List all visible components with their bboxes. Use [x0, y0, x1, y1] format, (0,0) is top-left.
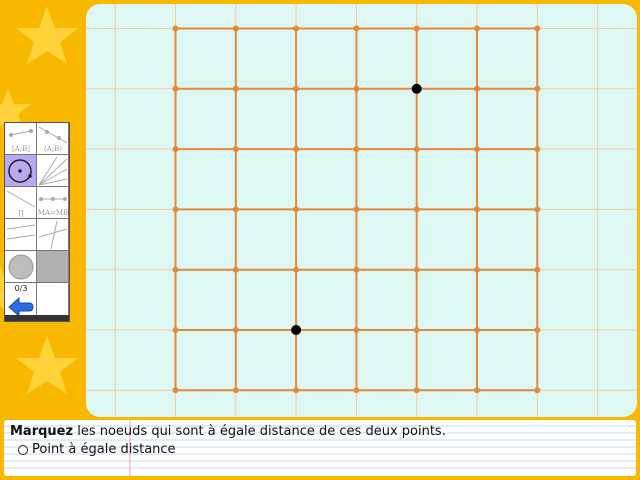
- line-tool[interactable]: [5, 219, 37, 251]
- grid-node[interactable]: [353, 387, 360, 394]
- tool-label: ∏: [18, 209, 24, 217]
- segment-ab-tool[interactable]: (A;B): [37, 123, 69, 155]
- grid-node[interactable]: [293, 206, 300, 213]
- grid-node[interactable]: [353, 327, 360, 333]
- grid-node[interactable]: [172, 206, 179, 213]
- circle-icon: [8, 159, 32, 183]
- grid-node[interactable]: [172, 146, 179, 153]
- back-tool[interactable]: 0/3: [5, 283, 37, 319]
- toolbox-footer: [5, 315, 69, 321]
- grid-svg[interactable]: [86, 4, 637, 417]
- grey-tool[interactable]: [37, 251, 69, 283]
- grid-node[interactable]: [232, 146, 239, 153]
- toolbox: [A;B] (A;B) ∏ MA=MB 0/3: [4, 122, 70, 322]
- grid-node[interactable]: [413, 206, 420, 213]
- midpoint-tool[interactable]: MA=MB: [37, 187, 69, 219]
- grid-node[interactable]: [353, 266, 360, 273]
- grid-node[interactable]: [172, 327, 179, 333]
- lines-tool[interactable]: [37, 155, 69, 187]
- grid-node[interactable]: [353, 206, 360, 213]
- radio-button[interactable]: [18, 444, 28, 455]
- grid-node[interactable]: [474, 266, 480, 273]
- grid-node[interactable]: [353, 146, 360, 153]
- grid-node[interactable]: [353, 85, 360, 92]
- grid-node[interactable]: [293, 85, 300, 92]
- instruction-verb: Marquez: [10, 424, 74, 439]
- grid-node[interactable]: [534, 85, 541, 92]
- grid-node[interactable]: [474, 387, 480, 394]
- grid-node[interactable]: [172, 85, 179, 92]
- star-icon: [16, 6, 78, 64]
- grid-node[interactable]: [293, 25, 300, 32]
- grid-node[interactable]: [172, 266, 179, 273]
- grid-node[interactable]: [293, 146, 300, 153]
- instruction-panel: Marquez les noeuds qui sont à égale dist…: [4, 420, 636, 476]
- empty-tool-slot: [37, 283, 69, 319]
- grid-node[interactable]: [474, 85, 480, 92]
- perpendicular-tool[interactable]: [37, 219, 69, 251]
- grid-node[interactable]: [413, 387, 420, 394]
- drawing-canvas[interactable]: [86, 4, 637, 417]
- grey-circle-icon: [8, 254, 34, 280]
- marked-point: [411, 83, 422, 94]
- tool-label: MA=MB: [37, 209, 69, 217]
- grid-node[interactable]: [474, 25, 480, 32]
- instruction-body: les noeuds qui sont à égale distance de …: [73, 424, 446, 439]
- grid-node[interactable]: [534, 146, 541, 153]
- ray-tool[interactable]: ∏: [5, 187, 37, 219]
- grid-node[interactable]: [534, 206, 541, 213]
- grid-node[interactable]: [232, 85, 239, 92]
- grid-node[interactable]: [172, 25, 179, 32]
- circle-tool[interactable]: [5, 155, 37, 187]
- grid-node[interactable]: [474, 146, 480, 153]
- instruction-text: Marquez les noeuds qui sont à égale dist…: [10, 424, 446, 439]
- grid-node[interactable]: [232, 327, 239, 333]
- tool-label: (A;B): [43, 145, 63, 153]
- grid-node[interactable]: [534, 387, 541, 394]
- option-label: Point à égale distance: [32, 442, 176, 457]
- grid-node[interactable]: [534, 327, 541, 333]
- grid-node[interactable]: [534, 25, 541, 32]
- marked-point: [291, 325, 302, 335]
- grid-node[interactable]: [293, 266, 300, 273]
- perpendicular-icon: [38, 220, 68, 250]
- segment-tool[interactable]: [A;B]: [5, 123, 37, 155]
- parallel-lines-icon: [6, 224, 36, 240]
- grid-node[interactable]: [413, 266, 420, 273]
- grid-node[interactable]: [353, 25, 360, 32]
- grid-node[interactable]: [534, 266, 541, 273]
- grid-node[interactable]: [474, 327, 480, 333]
- grid-node[interactable]: [413, 327, 420, 333]
- fan-lines-icon: [38, 156, 68, 186]
- star-icon: [16, 336, 78, 394]
- grid-node[interactable]: [232, 387, 239, 394]
- grid-node[interactable]: [232, 266, 239, 273]
- grid-node[interactable]: [293, 387, 300, 394]
- grid-node[interactable]: [474, 206, 480, 213]
- grid-node[interactable]: [413, 25, 420, 32]
- tool-label: [A;B]: [11, 145, 31, 153]
- grid-node[interactable]: [172, 387, 179, 394]
- point-tool[interactable]: [5, 251, 37, 283]
- grid-node[interactable]: [232, 25, 239, 32]
- grid-node[interactable]: [232, 206, 239, 213]
- equidistant-option[interactable]: Point à égale distance: [18, 442, 176, 457]
- grid-node[interactable]: [413, 146, 420, 153]
